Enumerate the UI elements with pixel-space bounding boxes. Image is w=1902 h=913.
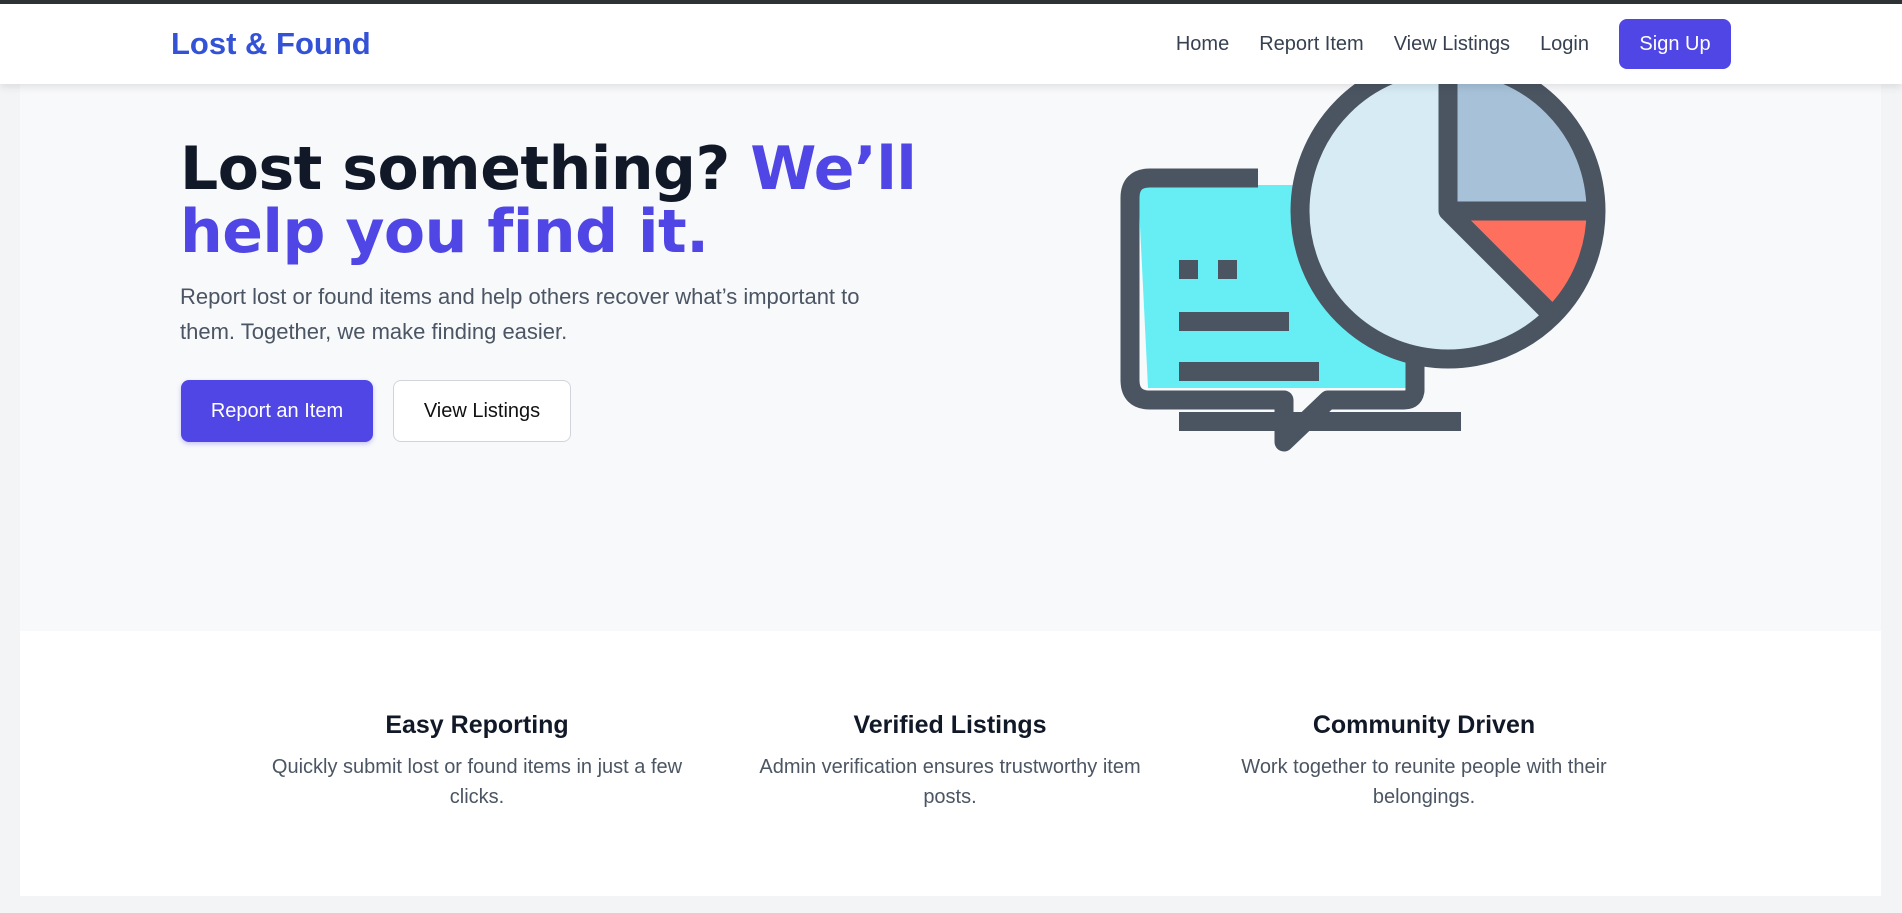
- feature-verified-listings: Verified Listings Admin verification ens…: [730, 711, 1170, 812]
- hero-title-dark: Lost something?: [180, 134, 751, 204]
- signup-button[interactable]: Sign Up: [1619, 19, 1731, 69]
- feature-community-driven: Community Driven Work together to reunit…: [1204, 711, 1644, 812]
- chat-bubble-pie-chart-icon: [1120, 84, 1606, 452]
- navbar: Lost & Found Home Report Item View Listi…: [0, 4, 1902, 84]
- bubble-line-3: [1179, 412, 1461, 431]
- feature-title: Easy Reporting: [385, 711, 569, 739]
- feature-description: Work together to reunite people with the…: [1241, 756, 1607, 808]
- bubble-line-2: [1179, 362, 1319, 381]
- bubble-dot-1: [1179, 260, 1198, 279]
- feature-easy-reporting: Easy Reporting Quickly submit lost or fo…: [257, 711, 697, 812]
- feature-description: Admin verification ensures trustworthy i…: [759, 756, 1141, 808]
- nav-links: Home Report Item View Listings Login Sig…: [1176, 4, 1731, 84]
- feature-title: Community Driven: [1312, 711, 1536, 739]
- hero-section: Lost something? We’ll help you find it. …: [20, 84, 1881, 631]
- nav-login-link[interactable]: Login: [1540, 33, 1589, 56]
- view-listings-button[interactable]: View Listings: [393, 380, 571, 442]
- hero-title: Lost something? We’ll help you find it.: [180, 138, 940, 264]
- bubble-line-1: [1179, 312, 1289, 331]
- report-item-button[interactable]: Report an Item: [181, 380, 373, 442]
- nav-home-link[interactable]: Home: [1176, 33, 1229, 56]
- feature-title: Verified Listings: [853, 711, 1047, 739]
- bubble-dot-2: [1218, 260, 1237, 279]
- feature-description: Quickly submit lost or found items in ju…: [271, 756, 683, 808]
- nav-report-item-link[interactable]: Report Item: [1259, 33, 1363, 56]
- features-section: Easy Reporting Quickly submit lost or fo…: [20, 631, 1881, 896]
- nav-view-listings-link[interactable]: View Listings: [1394, 33, 1510, 56]
- hero-subtitle: Report lost or found items and help othe…: [180, 284, 860, 344]
- brand-logo[interactable]: Lost & Found: [171, 4, 371, 84]
